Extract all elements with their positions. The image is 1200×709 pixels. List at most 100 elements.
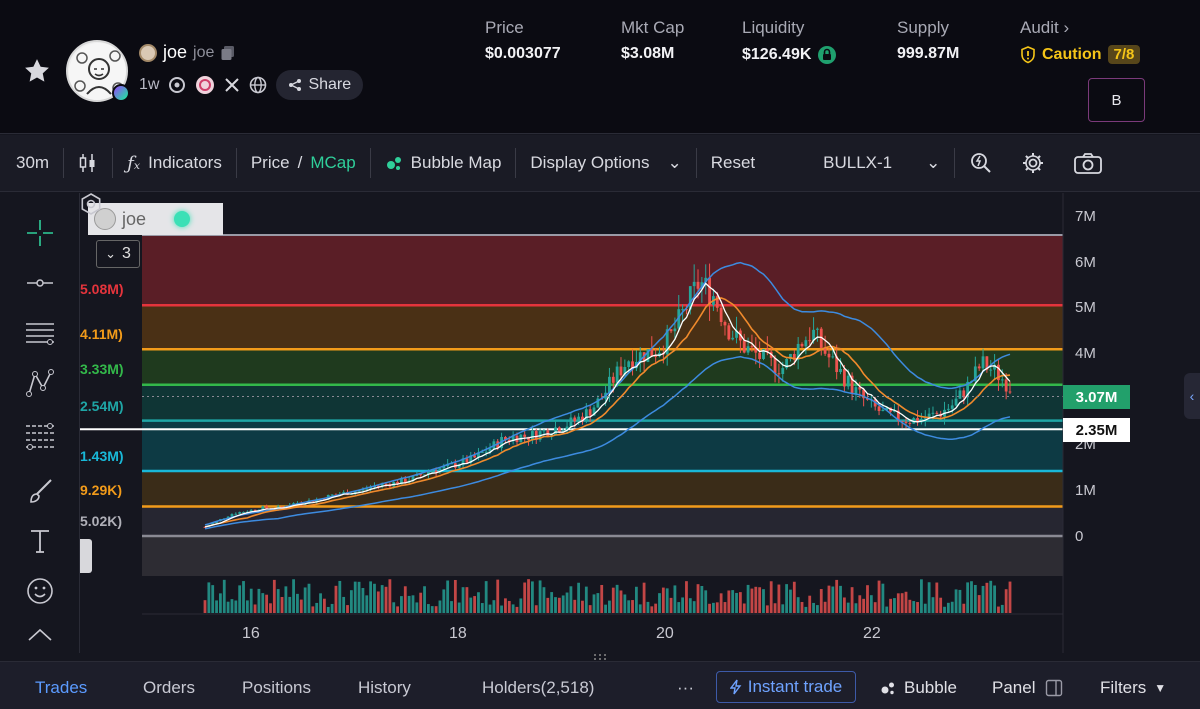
- magnifier-bolt-icon: [971, 153, 992, 173]
- candle-body: [816, 328, 819, 330]
- candle-body: [584, 409, 588, 422]
- x-twitter-icon[interactable]: [224, 77, 240, 93]
- volume-bar: [600, 584, 604, 613]
- tab-trades[interactable]: Trades: [35, 678, 87, 698]
- more-tabs-button[interactable]: ···: [677, 678, 694, 698]
- candle-body: [611, 376, 615, 383]
- expand-right-panel-handle[interactable]: ‹: [1184, 373, 1200, 419]
- volume-bar: [596, 593, 600, 613]
- interval-selector[interactable]: 30m: [0, 135, 63, 191]
- volume-bar: [634, 586, 638, 613]
- token-age: 1w: [139, 76, 160, 93]
- tab-positions[interactable]: Positions: [242, 678, 311, 698]
- indicators-button[interactable]: ƒₓ Indicators: [113, 135, 236, 191]
- horizontal-line-tool[interactable]: [22, 265, 58, 301]
- volume-bar: [326, 606, 330, 613]
- volume-bar: [835, 579, 839, 613]
- chart-canvas[interactable]: [80, 193, 1200, 653]
- candle-body: [569, 417, 573, 427]
- panel-resize-grip-icon[interactable]: [592, 653, 608, 661]
- candle-body: [692, 281, 696, 287]
- volume-bar: [1004, 589, 1008, 613]
- collapse-left-handle[interactable]: [80, 539, 92, 573]
- favorite-star-icon[interactable]: [22, 56, 52, 86]
- dex-icon[interactable]: [195, 75, 215, 95]
- mcap-toggle-label[interactable]: MCap: [310, 153, 355, 173]
- text-tool[interactable]: [22, 523, 58, 559]
- parallel-lines-tool[interactable]: [22, 315, 58, 351]
- screenshot-button[interactable]: [1059, 135, 1117, 191]
- panel-toggle[interactable]: Panel: [992, 678, 1063, 698]
- emoji-tool[interactable]: [22, 573, 58, 609]
- volume-bar: [215, 600, 218, 613]
- display-options-dropdown[interactable]: Display Options ⌄: [516, 135, 695, 191]
- fib-zone: [142, 536, 1063, 576]
- fib-zone: [142, 305, 1063, 350]
- quick-trade-button[interactable]: [955, 135, 1007, 191]
- candle-type-button[interactable]: [64, 135, 112, 191]
- tab-holders[interactable]: Holders(2,518): [482, 678, 594, 698]
- b-button[interactable]: B: [1088, 78, 1145, 122]
- price-mcap-toggle[interactable]: Price / MCap: [237, 135, 370, 191]
- fib-label: 5.08M): [80, 281, 124, 297]
- volume-bar: [373, 583, 376, 613]
- text-icon: [31, 530, 49, 553]
- filters-dropdown[interactable]: Filters ▼: [1100, 678, 1166, 698]
- candle-body: [958, 390, 962, 399]
- stat-supply: Supply 999.87M: [897, 18, 959, 63]
- volume-bar: [465, 587, 469, 613]
- stat-audit[interactable]: Audit › Caution 7/8: [1020, 18, 1141, 64]
- volume-bar: [989, 580, 993, 613]
- volume-bar: [315, 602, 319, 613]
- token-symbol: joe: [193, 43, 215, 61]
- volume-bar: [557, 597, 561, 613]
- candle-body: [619, 366, 623, 376]
- candle-body: [758, 352, 762, 359]
- volume-bar: [900, 593, 904, 613]
- volume-bar: [792, 581, 796, 613]
- share-icon: [289, 79, 302, 91]
- volume-bar: [681, 597, 685, 613]
- axis-settings-icon[interactable]: [80, 193, 102, 215]
- share-button[interactable]: Share: [276, 70, 364, 100]
- toggle-slash: /: [297, 153, 303, 172]
- bubble-map-button[interactable]: Bubble Map: [371, 135, 516, 191]
- fib-tool[interactable]: [22, 418, 58, 454]
- price-toggle-label[interactable]: Price: [251, 153, 290, 173]
- chevron-down-icon: ⌄: [105, 246, 116, 261]
- volume-bar: [661, 587, 665, 613]
- brush-tool[interactable]: [22, 473, 58, 509]
- volume-bar: [688, 598, 692, 613]
- reset-button[interactable]: Reset: [697, 135, 769, 191]
- copy-icon[interactable]: [220, 45, 236, 61]
- volume-bar: [353, 581, 357, 613]
- volume-bar: [731, 590, 735, 613]
- chart-settings-button[interactable]: [1007, 135, 1059, 191]
- volume-bar: [912, 601, 916, 613]
- caret-down-icon: ▼: [1154, 681, 1167, 695]
- tab-orders[interactable]: Orders: [143, 678, 195, 698]
- volume-bar: [823, 601, 827, 613]
- volume-bar: [523, 582, 527, 613]
- website-globe-icon[interactable]: [249, 76, 267, 94]
- volume-bar: [993, 585, 996, 613]
- pump-icon[interactable]: [168, 76, 186, 94]
- y-axis-label: 4M: [1075, 345, 1096, 362]
- volume-bar: [261, 593, 265, 613]
- layout-preset-dropdown[interactable]: BULLX-1 ⌄: [809, 135, 954, 191]
- indicators-collapse-button[interactable]: ⌄ 3: [96, 240, 140, 268]
- instant-trade-button[interactable]: Instant trade: [716, 671, 856, 703]
- volume-bar: [927, 582, 931, 613]
- volume-bar: [450, 601, 453, 613]
- more-tools-tool[interactable]: [22, 623, 58, 647]
- volume-bar: [226, 601, 230, 613]
- volume-bar: [245, 600, 249, 613]
- crosshair-tool[interactable]: [22, 215, 58, 251]
- pattern-tool[interactable]: [22, 365, 58, 401]
- volume-bar: [423, 586, 426, 613]
- bubble-button[interactable]: Bubble: [880, 678, 957, 698]
- volume-bar: [219, 593, 222, 613]
- volume-bar: [654, 603, 658, 613]
- tab-history[interactable]: History: [358, 678, 411, 698]
- price-chart[interactable]: joe ⌄ 3 5.08M) 4.11M) 3.33M) 2.54M) 1.43…: [80, 193, 1200, 653]
